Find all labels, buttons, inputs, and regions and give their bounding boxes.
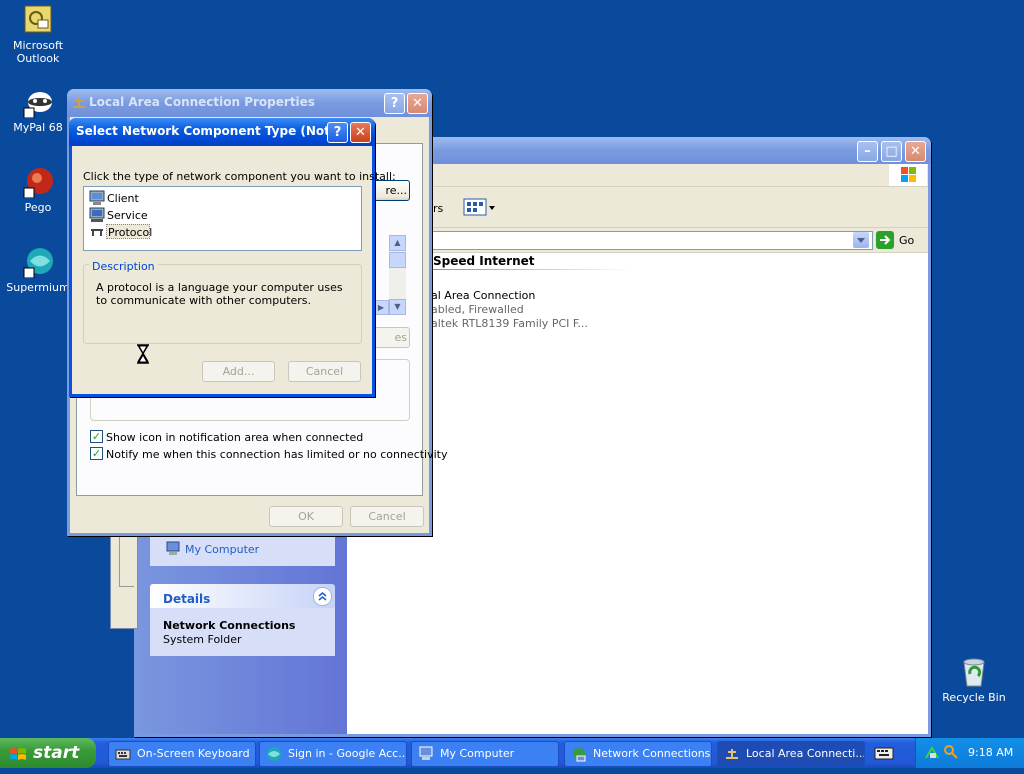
close-button[interactable]: ✕ (905, 141, 926, 162)
list-item-protocol[interactable]: Protocol (108, 226, 152, 239)
address-input[interactable] (417, 231, 873, 250)
ok-button[interactable]: OK (269, 506, 343, 527)
start-button[interactable]: start (0, 738, 96, 768)
dialog-title: Local Area Connection Properties (89, 95, 315, 109)
notify-label: Notify me when this connection has limit… (106, 448, 448, 461)
scroll-down-arrow-icon[interactable]: ▼ (389, 299, 406, 315)
go-button-label[interactable]: Go (899, 234, 914, 247)
scroll-right-arrow-icon[interactable]: ▶ (373, 300, 389, 315)
scroll-thumb[interactable] (389, 252, 406, 268)
windows-logo-icon (889, 164, 927, 186)
taskbar-item-my-computer[interactable]: My Computer (411, 741, 559, 767)
search-tray-icon[interactable] (943, 744, 959, 760)
components-list-scrollbar[interactable]: ▲ ▼ (389, 235, 406, 315)
taskbar-item-label: Network Connections (593, 747, 711, 760)
help-button[interactable]: ? (384, 93, 405, 114)
desktop-icon-label: Outlook (16, 52, 60, 65)
supermium-icon (22, 246, 54, 279)
keyboard-language-icon[interactable] (874, 744, 894, 762)
instruction-text: Click the type of network component you … (83, 170, 396, 183)
start-label: start (33, 743, 80, 763)
keyboard-icon (115, 746, 131, 762)
client-icon (89, 190, 105, 206)
desktop-icon-supermium[interactable]: Supermium (0, 246, 76, 294)
desktop-icon-pego[interactable]: Pego (0, 166, 76, 214)
desktop-icon-label: Microsoft (12, 39, 64, 52)
taskbar-item-network-connections[interactable]: Network Connections (564, 741, 712, 767)
scroll-up-arrow-icon[interactable]: ▲ (389, 235, 406, 251)
list-item-client[interactable]: Client (107, 192, 139, 205)
dialog-titlebar[interactable]: Local Area Connection Properties ? ✕ (67, 89, 432, 117)
address-dropdown-button[interactable] (853, 232, 869, 248)
taskbar-item-label: Sign in - Google Acc... (288, 747, 407, 760)
network-connection-icon (71, 95, 87, 111)
dialog-title: Select Network Component Type (Not... (76, 124, 344, 138)
taskbar-item-label: On-Screen Keyboard (137, 747, 250, 760)
network-connection-icon (724, 746, 740, 762)
close-button[interactable]: ✕ (350, 122, 371, 143)
taskbar: start On-Screen Keyboard Sign in - Googl… (0, 738, 1024, 768)
taskbar-item-label: Local Area Connecti... (746, 747, 865, 760)
show-icon-label: Show icon in notification area when conn… (106, 431, 364, 444)
details-panel-body (150, 608, 335, 656)
toolbar-folders-label[interactable]: rs (433, 202, 443, 215)
connection-device: altek RTL8139 Family PCI F... (431, 317, 588, 330)
description-text: A protocol is a language your computer u… (96, 281, 343, 307)
dialog-titlebar[interactable]: Select Network Component Type (Not... ? … (69, 118, 375, 146)
taskbar-item-label: My Computer (440, 747, 515, 760)
mypal-icon (22, 86, 54, 119)
cancel-button[interactable]: Cancel (288, 361, 361, 382)
desktop: { "desktop": { "icons": [ {"label": "Mic… (0, 0, 1024, 768)
select-component-dialog: Select Network Component Type (Not... ? … (69, 118, 396, 397)
pego-icon (22, 166, 54, 199)
list-item-service[interactable]: Service (107, 209, 148, 222)
details-header-label: Details (163, 592, 211, 606)
description-label: Description (89, 260, 158, 273)
hourglass-cursor-icon (136, 344, 150, 364)
desktop-icon-label: Supermium (6, 281, 70, 294)
taskbar-item-onscreen-keyboard[interactable]: On-Screen Keyboard (108, 741, 256, 767)
notify-checkbox[interactable]: ✓ (90, 447, 103, 460)
show-icon-checkbox[interactable]: ✓ (90, 430, 103, 443)
network-connections-icon (571, 746, 587, 762)
windows-flag-icon (9, 744, 27, 762)
desktop-icon-recycle-bin[interactable]: Recycle Bin (936, 656, 1012, 704)
browser-icon (266, 746, 282, 762)
details-title: Network Connections (163, 619, 296, 632)
group-header-underline (433, 269, 633, 270)
go-arrow-icon[interactable] (876, 231, 894, 249)
taskbar-item-google-signin[interactable]: Sign in - Google Acc... (259, 741, 407, 767)
desktop-icon-mypal[interactable]: MyPal 68 (0, 86, 76, 134)
add-button[interactable]: Add... (202, 361, 275, 382)
collapse-chevron-icon[interactable] (313, 587, 332, 606)
desktop-icon-label: Recycle Bin (942, 691, 1006, 704)
details-subtitle: System Folder (163, 633, 242, 646)
service-icon (89, 207, 105, 223)
help-button[interactable]: ? (327, 122, 348, 143)
taskbar-item-local-area-connection[interactable]: Local Area Connecti... (717, 741, 865, 767)
system-tray: 9:18 AM (915, 738, 1024, 768)
outlook-icon (22, 4, 54, 36)
network-tray-icon[interactable] (924, 744, 940, 760)
cancel-button[interactable]: Cancel (350, 506, 424, 527)
clock[interactable]: 9:18 AM (968, 746, 1013, 759)
connection-status: abled, Firewalled (431, 303, 524, 316)
dialog-client: Click the type of network component you … (72, 146, 396, 394)
recycle-bin-icon (958, 656, 990, 688)
desktop-icon-label: MyPal 68 (13, 121, 63, 134)
maximize-button[interactable]: □ (881, 141, 902, 162)
my-computer-icon (165, 541, 181, 557)
other-places-my-computer[interactable]: My Computer (185, 543, 259, 556)
my-computer-icon (418, 746, 434, 762)
close-button[interactable]: ✕ (407, 93, 428, 114)
protocol-icon (89, 224, 105, 240)
group-header: Speed Internet (433, 254, 535, 268)
desktop-icon-label: Pego (24, 201, 52, 214)
minimize-button[interactable]: – (857, 141, 878, 162)
views-icon[interactable] (463, 197, 497, 217)
connection-name[interactable]: al Area Connection (431, 289, 535, 302)
desktop-icon-outlook[interactable]: Microsoft Outlook (0, 4, 76, 65)
